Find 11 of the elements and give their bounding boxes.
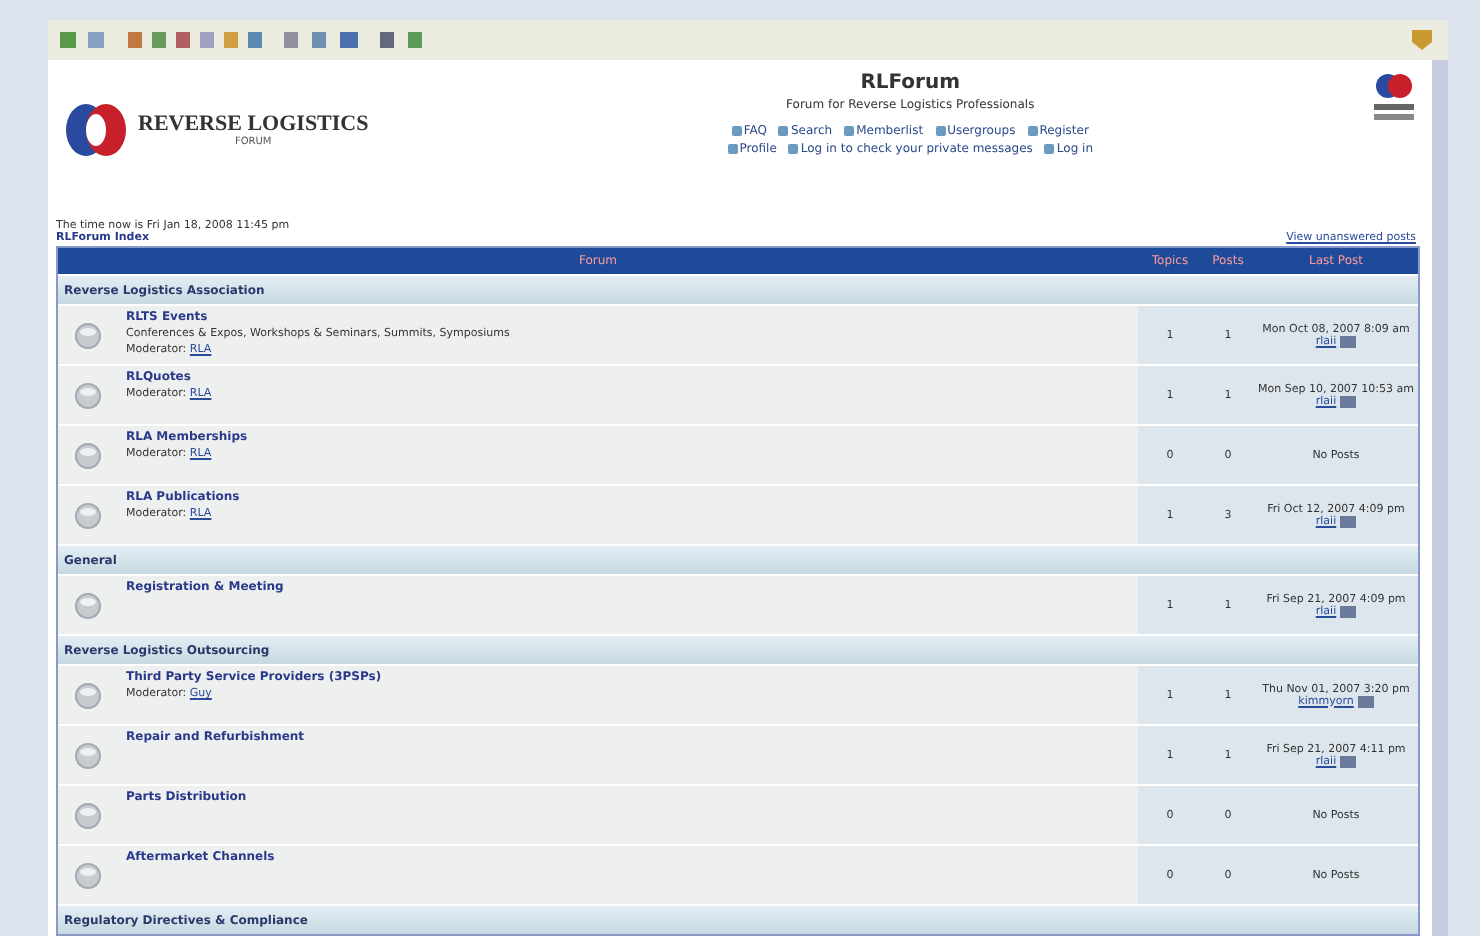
logo-text: REVERSE LOGISTICS bbox=[138, 112, 369, 136]
logo-icon bbox=[60, 100, 132, 160]
post-icon[interactable] bbox=[1340, 395, 1357, 407]
post-icon[interactable] bbox=[1340, 605, 1357, 617]
shield-icon[interactable] bbox=[1408, 28, 1436, 52]
forum-title: RLForum bbox=[860, 72, 961, 94]
post-icon[interactable] bbox=[1340, 515, 1357, 527]
post-icon[interactable] bbox=[1340, 755, 1357, 767]
scrollbar[interactable] bbox=[1432, 60, 1448, 936]
post-icon[interactable] bbox=[1357, 695, 1374, 707]
post-icon[interactable] bbox=[1340, 335, 1357, 347]
